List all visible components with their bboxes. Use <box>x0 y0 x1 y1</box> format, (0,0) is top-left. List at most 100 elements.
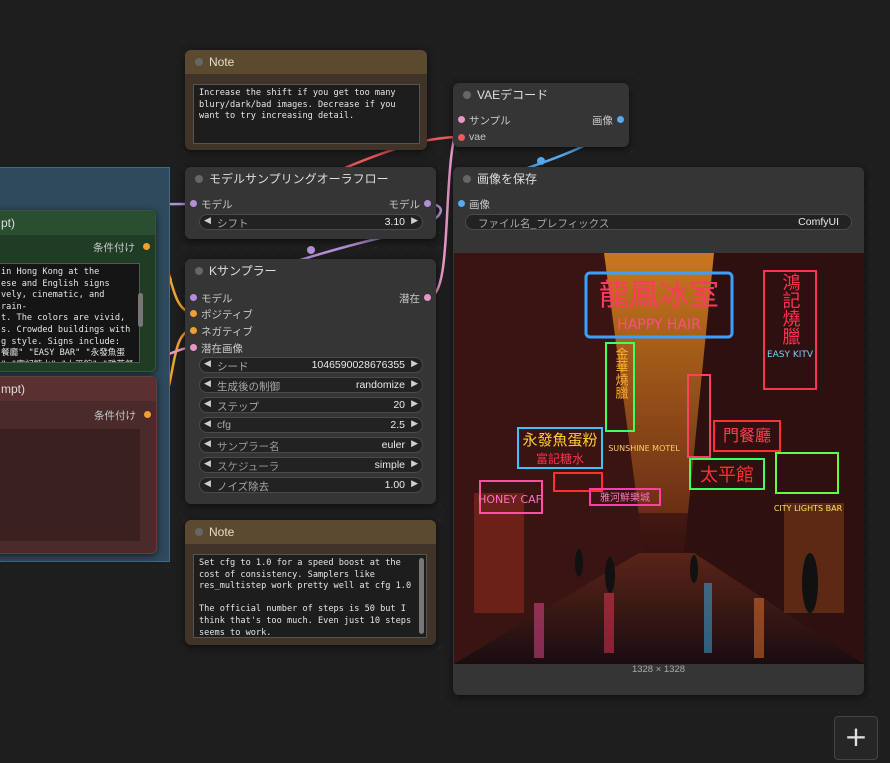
scheduler-widget[interactable]: ◀ スケジューラ simple ▶ <box>199 457 423 473</box>
seed-widget[interactable]: ◀ シード 1046590028676355 ▶ <box>199 357 423 373</box>
negative-input-dot[interactable] <box>190 327 197 334</box>
conditioning-output-dot[interactable] <box>144 411 151 418</box>
latent-output-dot[interactable] <box>424 294 431 301</box>
image-output-label: 画像 <box>592 115 613 127</box>
vae-input-dot[interactable] <box>458 134 465 141</box>
widget-label: スケジューラ <box>217 461 280 473</box>
sampler-name-widget[interactable]: ◀ サンプラー名 euler ▶ <box>199 437 423 453</box>
widget-label: cfg <box>217 419 232 431</box>
prompt-textarea[interactable] <box>0 429 140 541</box>
collapse-dot[interactable] <box>195 528 203 536</box>
decrement-arrow-icon[interactable]: ◀ <box>204 418 211 429</box>
conditioning-output-dot[interactable] <box>143 243 150 250</box>
note-textarea[interactable]: Increase the shift if you get too many b… <box>193 84 420 144</box>
widget-label: シード <box>217 361 249 373</box>
positive-input-dot[interactable] <box>190 310 197 317</box>
samples-input-label: サンプル <box>469 115 511 127</box>
node-header: 画像を保存 <box>453 167 864 191</box>
note-node-bottom[interactable]: Note Set cfg to 1.0 for a speed boost at… <box>185 520 436 645</box>
node-header: Note <box>185 520 436 544</box>
images-input-label: 画像 <box>469 199 490 211</box>
decrement-arrow-icon[interactable]: ◀ <box>204 438 211 449</box>
positive-prompt-node[interactable]: pt) 条件付け in Hong Kong at the ese and Eng… <box>0 210 156 372</box>
model-output-label: モデル <box>388 199 421 211</box>
increment-arrow-icon[interactable]: ▶ <box>411 458 418 469</box>
decrement-arrow-icon[interactable]: ◀ <box>204 458 211 469</box>
sign-right-en: EASY KITV <box>767 350 814 360</box>
increment-arrow-icon[interactable]: ▶ <box>411 438 418 449</box>
negative-prompt-node[interactable]: mpt) 条件付け <box>0 376 157 554</box>
model-sampling-auraflow-node[interactable]: モデルサンプリングオーラフロー モデル モデル ◀ シフト 3.10 ▶ <box>185 167 436 239</box>
collapse-dot[interactable] <box>195 267 203 275</box>
widget-label: シフト <box>217 218 249 230</box>
control-after-generate-widget[interactable]: ◀ 生成後の制御 randomize ▶ <box>199 377 423 393</box>
widget-value: 1.00 <box>384 479 405 491</box>
sign-right: 鴻記燒臘 <box>780 273 801 345</box>
sign-jin: 金華燒臘 <box>613 346 629 400</box>
widget-value: 2.5 <box>390 419 405 431</box>
decrement-arrow-icon[interactable]: ◀ <box>204 378 211 389</box>
increment-arrow-icon[interactable]: ▶ <box>411 215 418 226</box>
cfg-widget[interactable]: ◀ cfg 2.5 ▶ <box>199 417 423 433</box>
note-node-top[interactable]: Note Increase the shift if you get too m… <box>185 50 427 150</box>
latent-input-dot[interactable] <box>190 344 197 351</box>
save-image-node[interactable]: 画像を保存 画像 ファイル名_プレフィックス ComfyUI 龍鳳冰室 HAPP… <box>453 167 864 695</box>
node-title: Note <box>209 525 235 539</box>
decrement-arrow-icon[interactable]: ◀ <box>204 398 211 409</box>
node-header: VAEデコード <box>453 83 629 107</box>
collapse-dot[interactable] <box>463 175 471 183</box>
increment-arrow-icon[interactable]: ▶ <box>411 358 418 369</box>
model-input-dot[interactable] <box>190 294 197 301</box>
widget-value: ComfyUI <box>798 216 839 228</box>
decrement-arrow-icon[interactable]: ◀ <box>204 215 211 226</box>
increment-arrow-icon[interactable]: ▶ <box>411 478 418 489</box>
increment-arrow-icon[interactable]: ▶ <box>411 418 418 429</box>
widget-value: randomize <box>355 379 405 391</box>
node-title: モデルサンプリングオーラフロー <box>209 172 389 186</box>
collapse-dot[interactable] <box>463 91 471 99</box>
sign-yong: 永發魚蛋粉 <box>522 431 597 449</box>
sign-sunshine: SUNSHINE MOTEL <box>608 444 680 453</box>
prompt-textarea[interactable]: in Hong Kong at the ese and English sign… <box>0 263 140 363</box>
steps-widget[interactable]: ◀ ステップ 20 ▶ <box>199 397 423 413</box>
generated-image-preview[interactable]: 龍鳳冰室 HAPPY HAIR EASY KITV 金華燒臘 永發魚蛋粉 富記糖… <box>454 253 864 664</box>
positive-input-label: ポジティブ <box>201 309 253 321</box>
note-textarea[interactable]: Set cfg to 1.0 for a speed boost at the … <box>193 554 427 638</box>
sign-main-sub: HAPPY HAIR <box>617 317 701 333</box>
collapse-dot[interactable] <box>195 175 203 183</box>
widget-label: ノイズ除去 <box>217 481 270 493</box>
ksampler-node[interactable]: Kサンプラー モデル ポジティブ ネガティブ 潜在画像 潜在 ◀ シード 10465… <box>185 259 436 504</box>
neon-street-scene: 龍鳳冰室 HAPPY HAIR EASY KITV 金華燒臘 永發魚蛋粉 富記糖… <box>454 253 864 664</box>
widget-value: simple <box>374 459 405 471</box>
samples-input-dot[interactable] <box>458 116 465 123</box>
sign-citybar: CITY LIGHTS BAR <box>774 504 843 513</box>
model-input-label: モデル <box>201 199 233 211</box>
textarea-scrollbar[interactable] <box>138 293 143 327</box>
node-header: Kサンプラー <box>185 259 436 283</box>
node-header: モデルサンプリングオーラフロー <box>185 167 436 191</box>
sign-fuji: 富記糖水 <box>536 451 584 466</box>
shift-widget[interactable]: ◀ シフト 3.10 ▶ <box>199 214 423 230</box>
decrement-arrow-icon[interactable]: ◀ <box>204 478 211 489</box>
model-output-dot[interactable] <box>424 200 431 207</box>
increment-arrow-icon[interactable]: ▶ <box>411 378 418 389</box>
decrement-arrow-icon[interactable]: ◀ <box>204 358 211 369</box>
images-input-dot[interactable] <box>458 200 465 207</box>
textarea-scrollbar[interactable] <box>419 558 424 634</box>
collapse-dot[interactable] <box>195 58 203 66</box>
vae-decode-node[interactable]: VAEデコード サンプル vae 画像 <box>453 83 629 147</box>
image-output-dot[interactable] <box>617 116 624 123</box>
latent-output-label: 潜在 <box>399 293 420 305</box>
widget-label: ファイル名_プレフィックス <box>478 218 610 230</box>
sign-main: 龍鳳冰室 <box>599 278 719 313</box>
node-title: mpt) <box>0 377 156 401</box>
filename-prefix-widget[interactable]: ファイル名_プレフィックス ComfyUI <box>465 214 852 230</box>
negative-input-label: ネガティブ <box>201 326 253 338</box>
model-input-dot[interactable] <box>190 200 197 207</box>
add-node-button[interactable]: + <box>834 716 878 760</box>
denoise-widget[interactable]: ◀ ノイズ除去 1.00 ▶ <box>199 477 423 493</box>
sign-taiping: 太平館 <box>700 465 754 486</box>
conditioning-output-label: 条件付け <box>93 242 135 254</box>
node-title: Kサンプラー <box>209 264 277 278</box>
increment-arrow-icon[interactable]: ▶ <box>411 398 418 409</box>
